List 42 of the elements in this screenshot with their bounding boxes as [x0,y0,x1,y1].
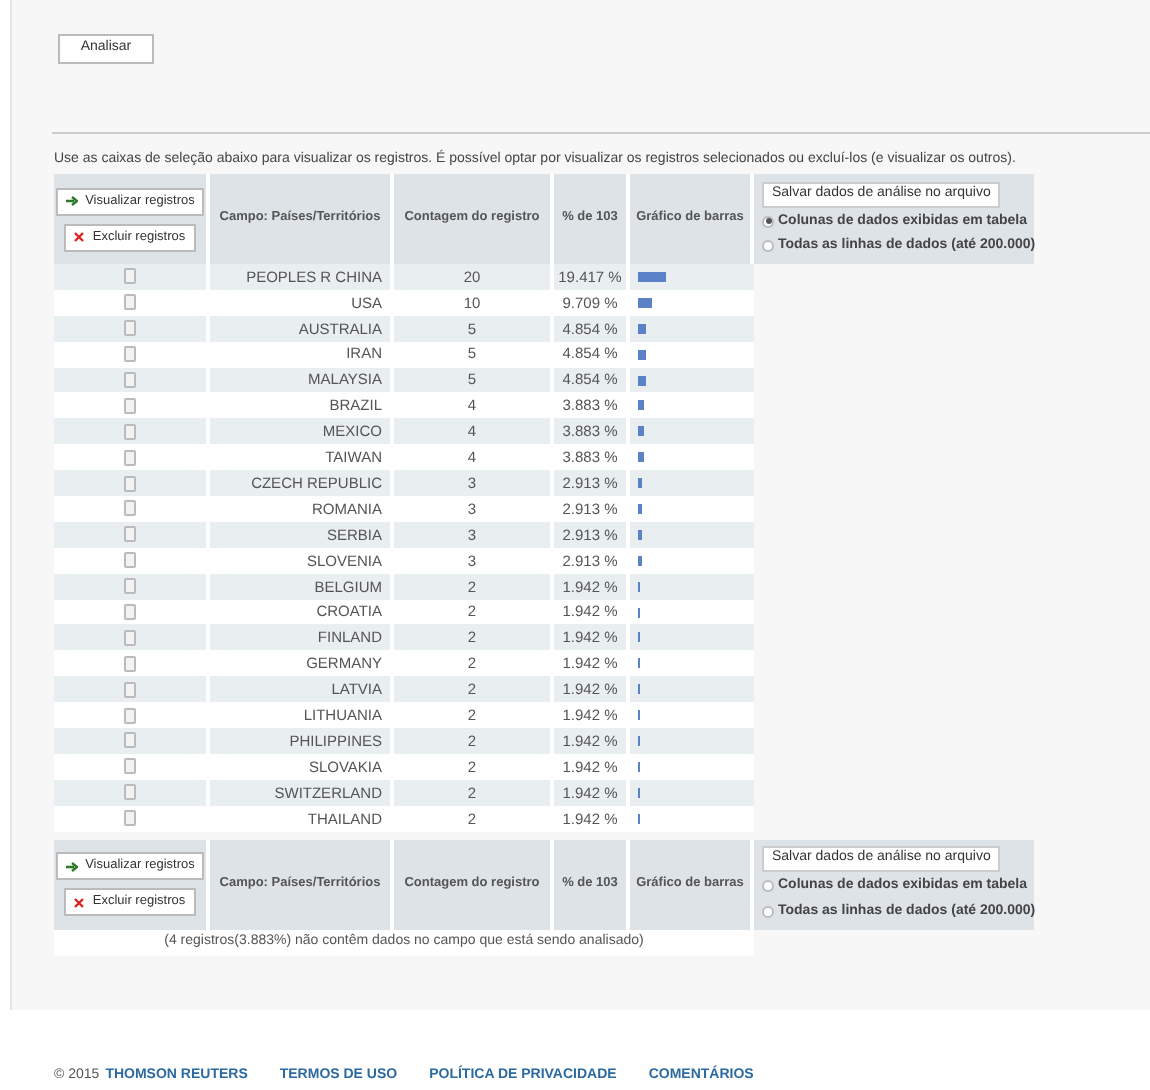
row-checkbox[interactable] [124,707,136,724]
radio-button[interactable] [762,215,774,228]
row-checkbox[interactable] [124,320,136,337]
bar [638,297,652,308]
row-checkbox[interactable] [124,475,136,492]
row-checkbox[interactable] [124,552,136,569]
bar [638,555,643,566]
bar [638,503,643,514]
row-checkbox[interactable] [124,629,136,646]
row-checkbox[interactable] [124,604,136,621]
row-checkbox[interactable] [124,294,136,311]
row-checkbox[interactable] [124,423,136,440]
bar [638,349,645,360]
radio-button[interactable] [762,905,774,918]
row-checkbox[interactable] [124,346,136,363]
row-checkbox[interactable] [124,268,136,285]
row-checkbox[interactable] [124,500,136,517]
radio-button[interactable] [762,240,774,253]
arrow-right-icon [65,861,78,872]
row-checkbox[interactable] [124,526,136,543]
bar [638,529,643,540]
row-checkbox[interactable] [124,578,136,595]
bar [638,478,643,489]
bar [638,452,644,463]
bar [638,426,644,437]
row-checkbox[interactable] [124,732,136,749]
row-checkbox[interactable] [124,655,136,672]
radio-button[interactable] [762,880,774,893]
close-icon [74,897,85,908]
bar [638,323,645,334]
bar [638,400,644,411]
bar [638,271,666,282]
row-checkbox[interactable] [124,372,136,388]
row-checkbox[interactable] [124,681,136,698]
close-icon [74,232,85,242]
row-checkbox[interactable] [124,784,136,801]
row-checkbox[interactable] [124,397,136,414]
row-checkbox[interactable] [124,810,136,827]
row-checkbox[interactable] [124,758,136,775]
bar [638,375,645,385]
row-checkbox[interactable] [124,449,136,466]
arrow-right-icon [65,196,78,206]
